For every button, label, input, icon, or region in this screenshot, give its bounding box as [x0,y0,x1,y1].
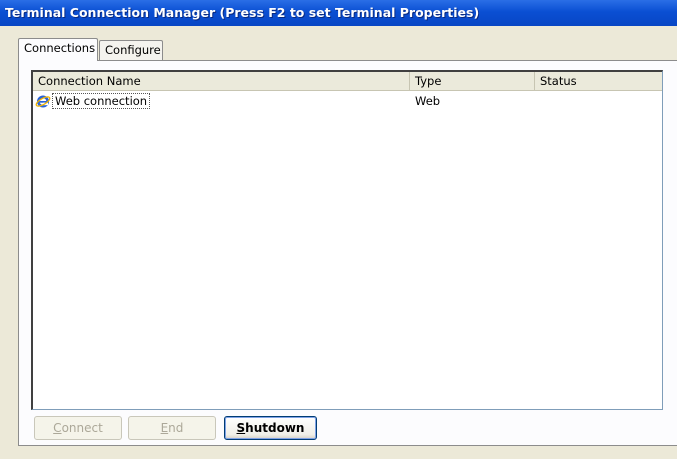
connection-name: Web connection [52,93,151,109]
column-header-type[interactable]: Type [410,72,535,90]
connect-button[interactable]: Connect [34,416,122,440]
connections-list[interactable]: Connection Name Type Status Web connecti… [31,70,663,410]
tab-connections[interactable]: Connections [18,38,98,61]
window-title: Terminal Connection Manager (Press F2 to… [5,5,480,20]
tab-configure[interactable]: Configure [99,40,163,60]
end-button[interactable]: End [128,416,216,440]
list-item[interactable]: Web connection Web [33,92,662,110]
terminal-connection-manager-window: Terminal Connection Manager (Press F2 to… [0,0,677,459]
internet-explorer-icon [35,95,51,108]
list-header: Connection Name Type Status [33,72,662,91]
column-header-status[interactable]: Status [535,72,663,90]
connection-name-cell: Web connection [35,92,151,110]
column-header-connection-name[interactable]: Connection Name [33,72,410,90]
connection-type: Web [415,94,441,108]
title-bar[interactable]: Terminal Connection Manager (Press F2 to… [0,0,677,26]
shutdown-button[interactable]: Shutdown [224,416,317,440]
